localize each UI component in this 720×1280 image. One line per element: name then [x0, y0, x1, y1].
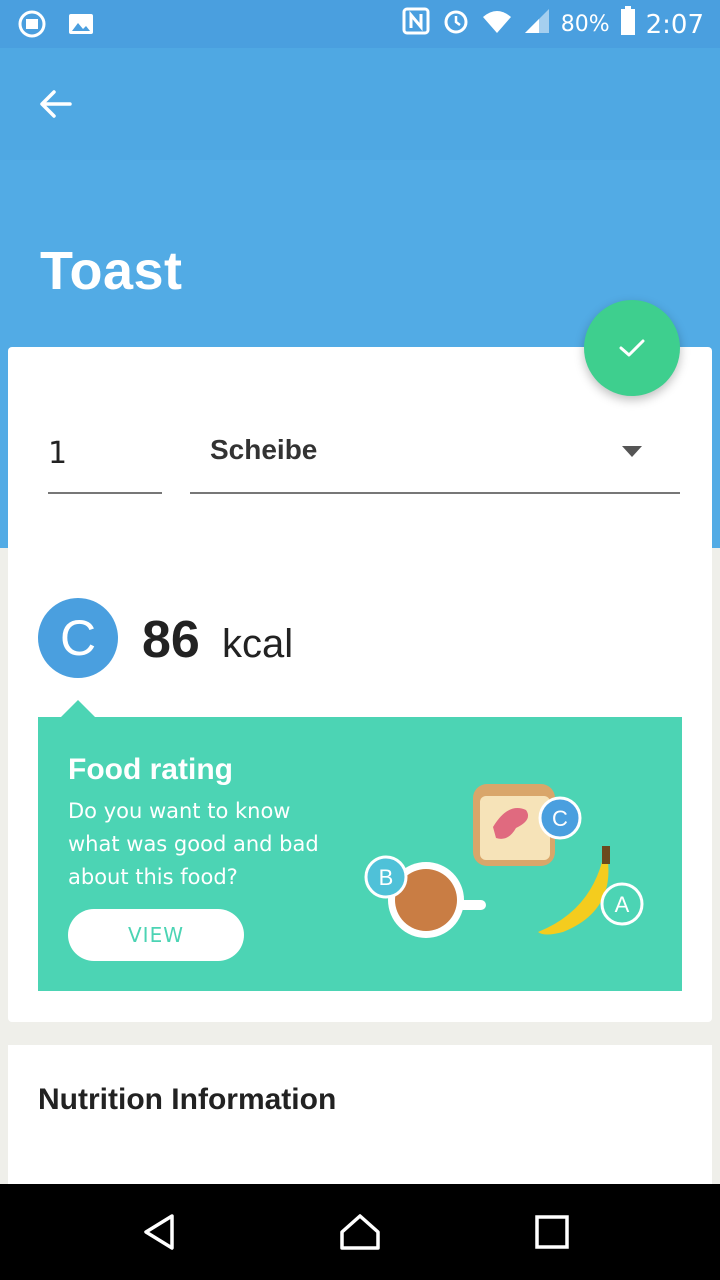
confirm-button[interactable]: [584, 300, 680, 396]
app-bar: [0, 48, 720, 160]
food-rating-title: Food rating: [68, 753, 233, 786]
nfc-icon: [401, 6, 431, 43]
app-notification-icon: [18, 10, 48, 38]
grade-c-badge: C: [538, 796, 582, 840]
page-title: Toast: [40, 241, 183, 301]
view-button[interactable]: VIEW: [68, 909, 244, 961]
nutrition-card: Nutrition Information: [8, 1045, 712, 1185]
unit-dropdown[interactable]: Scheibe: [190, 430, 680, 494]
alarm-icon: [441, 6, 471, 43]
grade-b-label: B: [379, 865, 394, 890]
wifi-icon: [481, 7, 513, 42]
status-bar: 80% 2:07: [0, 0, 720, 48]
checkmark-icon: [619, 339, 645, 357]
nav-home-button[interactable]: [332, 1204, 388, 1260]
food-illustration: B C A: [364, 784, 644, 938]
unit-value: Scheibe: [210, 434, 318, 465]
quantity-value: 1: [48, 436, 68, 471]
navigation-bar: [0, 1184, 720, 1280]
banner-pointer: [60, 700, 96, 718]
nutrition-title: Nutrition Information: [38, 1083, 337, 1116]
grade-a-badge: A: [600, 882, 644, 926]
nav-recents-button[interactable]: [524, 1204, 580, 1260]
nav-back-button[interactable]: [132, 1204, 188, 1260]
back-arrow-icon: [40, 90, 72, 118]
nav-back-icon: [144, 1214, 174, 1250]
grade-a-label: A: [615, 892, 630, 917]
back-button[interactable]: [32, 80, 80, 128]
calorie-unit: kcal: [222, 622, 294, 666]
food-rating-banner: Food rating Do you want to know what was…: [38, 717, 682, 991]
signal-icon: [523, 7, 551, 42]
nav-recents-icon: [535, 1215, 569, 1249]
battery-icon: [620, 6, 636, 43]
battery-percent: 80%: [560, 12, 610, 37]
food-rating-text: Do you want to know what was good and ba…: [68, 799, 319, 889]
dropdown-arrow-icon: [622, 446, 642, 457]
grade-c-label: C: [552, 806, 568, 831]
nav-home-icon: [340, 1214, 380, 1250]
image-notification-icon: [66, 10, 96, 38]
quantity-input[interactable]: 1: [48, 430, 162, 494]
food-grade-badge: C: [38, 598, 118, 678]
grade-b-badge: B: [364, 855, 408, 899]
calorie-value: 86: [142, 611, 200, 669]
clock: 2:07: [645, 9, 704, 40]
